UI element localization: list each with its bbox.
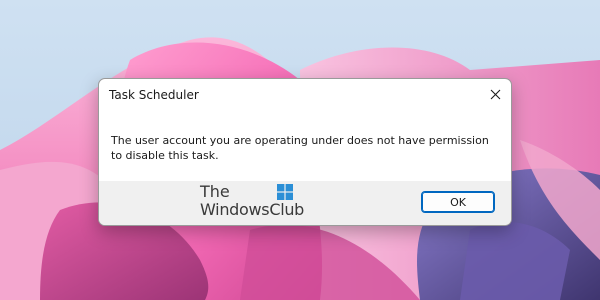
- close-icon: [490, 85, 501, 104]
- ok-button[interactable]: OK: [421, 191, 495, 213]
- dialog-content: The user account you are operating under…: [99, 111, 511, 181]
- windows-logo-icon: [277, 184, 293, 200]
- dialog-message: The user account you are operating under…: [111, 134, 489, 162]
- watermark-line2: WindowsClub: [200, 200, 305, 219]
- dialog-titlebar[interactable]: Task Scheduler: [99, 79, 511, 111]
- close-button[interactable]: [481, 81, 509, 107]
- watermark: The WindowsClub: [200, 181, 310, 225]
- watermark-line1: The: [200, 182, 230, 201]
- task-scheduler-dialog: Task Scheduler The user account you are …: [98, 78, 512, 226]
- dialog-title: Task Scheduler: [109, 88, 199, 102]
- dialog-footer: The WindowsClub OK: [99, 181, 511, 225]
